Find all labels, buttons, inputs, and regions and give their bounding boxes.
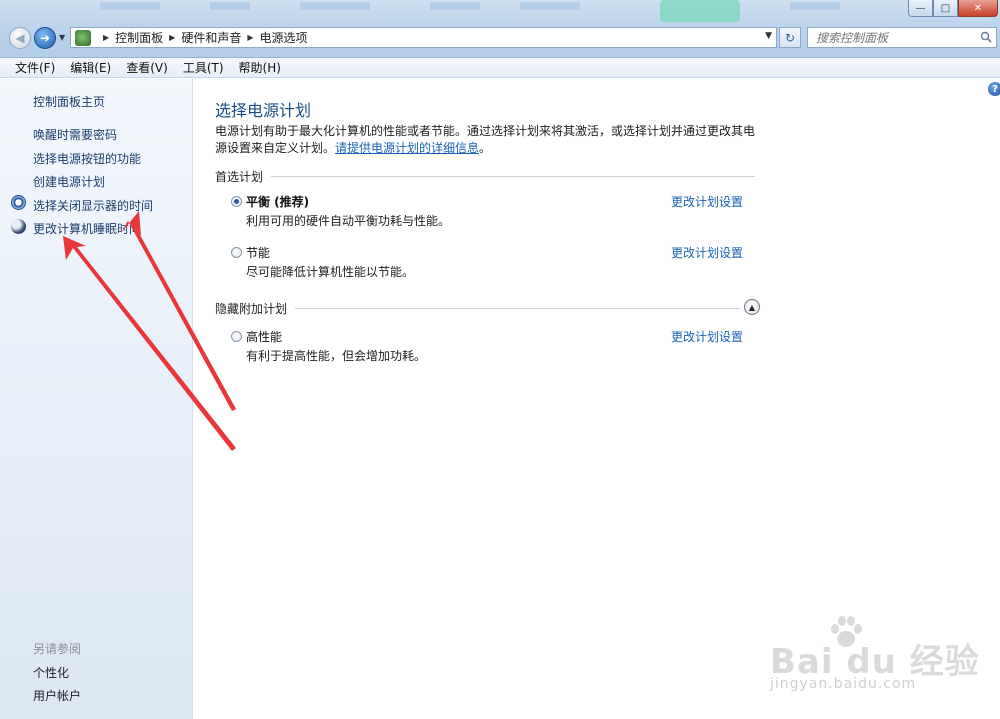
refresh-button[interactable]: ↻: [779, 27, 801, 48]
collapse-hidden-plans-button[interactable]: ▲: [744, 299, 760, 315]
plan-balanced-desc: 利用可用的硬件自动平衡功耗与性能。: [246, 214, 451, 228]
sidebar: 控制面板主页 唤醒时需要密码 选择电源按钮的功能 创建电源计划 选择关闭显示器的…: [0, 79, 193, 719]
arrow-left-icon: ◀: [15, 31, 25, 45]
sidebar-change-sleep-time[interactable]: 更改计算机睡眠时间: [33, 220, 141, 237]
close-button[interactable]: ✕: [958, 0, 998, 17]
plan-high-performance-radio[interactable]: [231, 331, 242, 342]
sidebar-require-password-on-wakeup[interactable]: 唤醒时需要密码: [33, 126, 117, 143]
plan-power-saver-settings-link[interactable]: 更改计划设置: [671, 244, 743, 261]
maximize-icon: □: [940, 2, 951, 14]
sidebar-create-power-plan[interactable]: 创建电源计划: [33, 173, 105, 190]
breadcrumb-separator-icon[interactable]: ▶: [169, 33, 175, 42]
page-description: 电源计划有助于最大化计算机的性能或者节能。通过选择计划来将其激活，或选择计划并通…: [215, 123, 765, 157]
blurred-tab: [660, 0, 740, 22]
sidebar-power-button-function[interactable]: 选择电源按钮的功能: [33, 150, 141, 167]
maximize-button[interactable]: □: [933, 0, 958, 17]
sidebar-turn-off-display-time[interactable]: 选择关闭显示器的时间: [33, 197, 153, 214]
address-bar[interactable]: ▶ 控制面板 ▶ 硬件和声音 ▶ 电源选项 ▼: [70, 27, 777, 48]
menu-view[interactable]: 查看(V): [119, 59, 176, 76]
search-box[interactable]: [807, 27, 997, 48]
menu-help[interactable]: 帮助(H): [232, 59, 289, 76]
minimize-icon: —: [915, 2, 926, 14]
hidden-plans-heading[interactable]: 隐藏附加计划: [215, 300, 287, 317]
plan-power-saver-desc: 尽可能降低计算机性能以节能。: [246, 265, 415, 279]
close-icon: ✕: [973, 2, 983, 14]
chevron-up-icon: ▲: [748, 302, 756, 312]
sidebar-control-panel-home[interactable]: 控制面板主页: [33, 93, 105, 110]
chevron-down-icon: ▼: [59, 33, 66, 42]
details-link[interactable]: 请提供电源计划的详细信息: [335, 141, 479, 155]
breadcrumb-hardware-sound[interactable]: 硬件和声音: [181, 29, 241, 46]
watermark-url: jingyan.baidu.com: [770, 676, 917, 692]
plan-balanced-settings-link[interactable]: 更改计划设置: [671, 193, 743, 210]
section-divider: [295, 308, 740, 309]
help-icon[interactable]: ?: [988, 82, 1000, 96]
search-input[interactable]: [808, 28, 968, 47]
menu-edit[interactable]: 编辑(E): [63, 59, 119, 76]
breadcrumb-separator-icon[interactable]: ▶: [247, 33, 253, 42]
sleep-icon: [11, 219, 26, 234]
breadcrumb-control-panel[interactable]: 控制面板: [115, 29, 163, 46]
search-icon[interactable]: [980, 31, 992, 43]
display-timer-icon: [11, 195, 26, 210]
breadcrumb-separator-icon[interactable]: ▶: [103, 33, 109, 42]
baidu-watermark: Bai du 经验 jingyan.baidu.com: [770, 612, 990, 702]
control-panel-icon: [75, 29, 91, 46]
see-also-heading: 另请参阅: [33, 642, 82, 656]
plan-power-saver-radio[interactable]: [231, 247, 242, 258]
blurred-taskbar-strip: [90, 2, 890, 12]
address-dropdown-icon[interactable]: ▼: [765, 31, 772, 41]
refresh-icon: ↻: [784, 30, 796, 45]
preferred-plans-heading: 首选计划: [215, 168, 263, 185]
menu-tools[interactable]: 工具(T): [176, 59, 232, 76]
minimize-button[interactable]: —: [908, 0, 933, 17]
menu-file[interactable]: 文件(F): [8, 59, 63, 76]
preferred-plans-label: 首选计划: [215, 170, 264, 184]
plan-power-saver-name[interactable]: 节能: [246, 244, 270, 261]
breadcrumb-power-options[interactable]: 电源选项: [260, 29, 308, 46]
section-divider: [271, 176, 755, 177]
page-title: 选择电源计划: [215, 101, 312, 120]
hidden-plans-label[interactable]: 隐藏附加计划: [215, 300, 287, 317]
plan-balanced-radio[interactable]: [231, 196, 242, 207]
sidebar-user-accounts[interactable]: 用户帐户: [33, 687, 81, 704]
description-end: 。: [479, 141, 492, 155]
window-titlebar: — □ ✕ ◀ ➜ ▼ ▶ 控制面板 ▶ 硬件和声音 ▶ 电源选项 ▼ ↻: [0, 0, 1000, 58]
plan-high-performance-name[interactable]: 高性能: [246, 328, 282, 345]
plan-high-performance-desc: 有利于提高性能，但会增加功耗。: [246, 349, 427, 363]
recent-pages-dropdown[interactable]: ▼: [59, 33, 69, 43]
plan-balanced-name[interactable]: 平衡 (推荐): [246, 193, 309, 210]
arrow-right-icon: ➜: [39, 31, 51, 45]
forward-button[interactable]: ➜: [34, 27, 56, 49]
back-button[interactable]: ◀: [9, 27, 31, 49]
plan-high-performance-settings-link[interactable]: 更改计划设置: [671, 328, 743, 345]
menu-bar: 文件(F) 编辑(E) 查看(V) 工具(T) 帮助(H): [0, 58, 1000, 78]
sidebar-personalization[interactable]: 个性化: [33, 664, 69, 681]
